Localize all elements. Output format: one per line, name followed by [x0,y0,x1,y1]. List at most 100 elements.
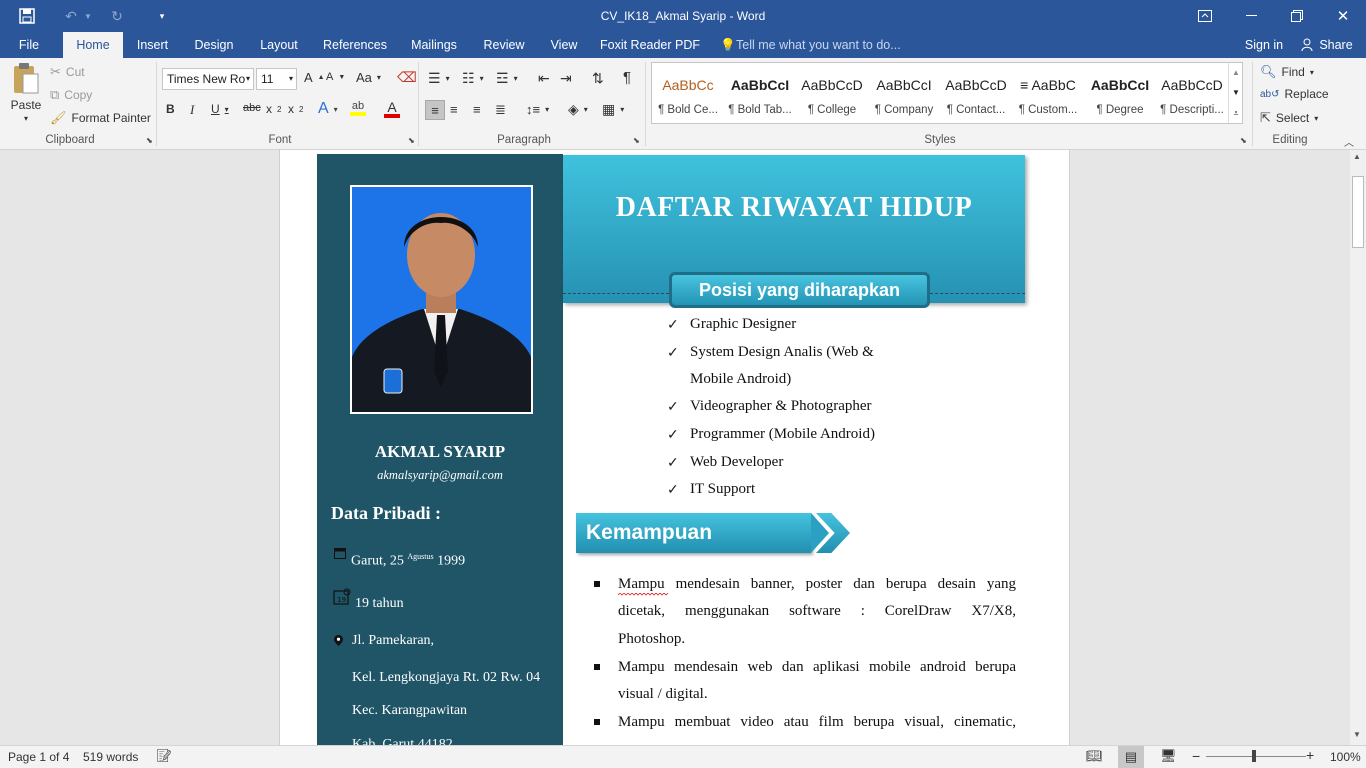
tab-home[interactable]: Home [63,32,123,58]
highlight-button[interactable]: ab [350,100,366,116]
underline-button[interactable]: U ▾ [211,102,229,116]
chevron-down-icon: ▾ [224,104,229,114]
style-degree[interactable]: AaBbCcI ¶ Degree [1084,63,1156,123]
select-label: Select [1275,111,1310,125]
tab-file[interactable]: File [10,32,48,58]
read-mode-icon[interactable]: 📖︎ [1086,748,1103,764]
address-line-1: Jl. Pamekaran, [352,633,435,648]
position-item: Graphic Designer [690,316,797,332]
zoom-in-icon[interactable]: + [1306,747,1314,763]
style-contact[interactable]: AaBbCcD ¶ Contact... [940,63,1012,123]
font-size-dropdown[interactable]: 11 ▾ [256,68,297,90]
italic-button[interactable]: I [190,102,194,118]
align-right-button[interactable]: ≡ [473,102,481,117]
borders-button[interactable]: ▦ ▾ [602,101,624,118]
bullets-button[interactable]: ☰ ▾ [428,70,450,87]
bullet-icon [594,719,600,725]
align-left-button[interactable]: ≡ [425,100,445,120]
close-button[interactable]: ✕ [1328,0,1358,32]
tell-me-search[interactable]: Tell me what you want to do... [736,32,906,58]
styles-more-icon[interactable]: ⩡ [1228,103,1243,123]
style-description[interactable]: AaBbCcD ¶ Descripti... [1156,63,1228,123]
print-layout-icon[interactable]: ▤ [1118,746,1144,768]
align-center-button[interactable]: ≡ [450,102,458,117]
ribbon-display-options-icon[interactable] [1190,0,1220,32]
numbering-button[interactable]: ☷ ▾ [462,70,484,87]
word-count[interactable]: 519 words [83,750,138,764]
scroll-thumb[interactable] [1352,176,1364,248]
tab-references[interactable]: References [318,32,392,58]
address-line-4: Kab. Garut 44182 [352,737,453,745]
change-case-button[interactable]: Aa ▾ [356,70,381,85]
scroll-down-icon[interactable]: ▼ [1353,730,1361,739]
style-company[interactable]: AaBbCcI ¶ Company [868,63,940,123]
copy-button[interactable]: ⧉ Copy [50,87,92,103]
clear-formatting-icon[interactable]: ⌫ [397,69,417,86]
justify-button[interactable]: ≣ [495,102,506,118]
text-effects-button[interactable]: A ▾ [318,100,338,118]
age: 19 tahun [355,596,404,611]
subscript-button[interactable]: x2 [266,102,281,116]
zoom-level[interactable]: 100% [1330,750,1361,764]
zoom-slider-thumb[interactable] [1252,750,1256,762]
paste-button[interactable]: Paste ▾ [8,62,44,126]
style-bold-table[interactable]: AaBbCcI ¶ Bold Tab... [724,63,796,123]
clipboard-launcher-icon[interactable]: ⬊ [146,136,153,145]
page-count[interactable]: Page 1 of 4 [8,750,69,764]
tab-foxit-reader-pdf[interactable]: Foxit Reader PDF [598,32,702,58]
increase-indent-button[interactable]: ⇥ [560,70,572,87]
zoom-out-icon[interactable]: − [1192,748,1200,764]
style-name: ¶ College [807,104,857,116]
tab-view[interactable]: View [544,32,584,58]
styles-scroll-up-icon[interactable]: ▲ [1228,63,1243,83]
font-launcher-icon[interactable]: ⬊ [408,136,415,145]
font-color-button[interactable]: A [384,100,400,118]
proofing-icon[interactable]: 📝︎ [156,748,173,764]
sort-button[interactable]: ⇅ [592,70,604,87]
style-custom[interactable]: ≡ AaBbC ¶ Custom... [1012,63,1084,123]
collapse-ribbon-icon[interactable]: ︿ [1344,134,1354,149]
scroll-up-icon[interactable]: ▲ [1353,152,1361,161]
sign-in-link[interactable]: Sign in [1238,32,1290,58]
paste-icon [14,63,39,94]
shading-button[interactable]: ◈ ▾ [568,101,588,118]
style-preview: AaBbCc [662,77,714,93]
font-name-dropdown[interactable]: Times New Ro ▾ [162,68,254,90]
style-bold-center[interactable]: AaBbCc ¶ Bold Ce... [652,63,724,123]
restore-button[interactable] [1282,0,1312,32]
superscript-button[interactable]: x2 [288,102,303,116]
web-layout-icon[interactable]: 🖥︎ [1160,748,1177,764]
tab-mailings[interactable]: Mailings [404,32,464,58]
show-formatting-button[interactable]: ¶ [623,69,631,86]
shrink-font-button[interactable]: A ▼ [326,71,345,83]
format-painter-button[interactable]: 🖌 Format Painter [50,110,151,126]
minimize-button[interactable] [1236,0,1266,32]
change-case-label: Aa [356,70,372,85]
style-college[interactable]: AaBbCcD ¶ College [796,63,868,123]
zoom-slider[interactable] [1206,750,1306,762]
check-icon: ✓ [667,344,679,360]
grow-font-button[interactable]: A ▲ [304,70,325,85]
bold-button[interactable]: B [166,102,175,116]
vertical-scrollbar[interactable]: ▲ ▼ [1350,150,1366,745]
tab-layout[interactable]: Layout [253,32,305,58]
tab-insert[interactable]: Insert [130,32,175,58]
replace-button[interactable]: ab↺ Replace [1260,87,1329,101]
tab-design[interactable]: Design [188,32,240,58]
check-icon: ✓ [667,426,679,442]
line-spacing-button[interactable]: ↕≡ ▾ [526,102,549,117]
share-button[interactable]: Share [1296,32,1358,58]
tab-review[interactable]: Review [478,32,530,58]
multilevel-list-button[interactable]: ☲ ▾ [496,70,518,87]
find-button[interactable]: 🔍︎ Find ▾ [1260,64,1314,80]
strikethrough-button[interactable]: abc [243,102,261,114]
document-page[interactable]: AKMAL SYARIP akmalsyarip@gmail.com Data … [279,150,1070,745]
decrease-indent-button[interactable]: ⇤ [538,70,550,87]
document-title: DAFTAR RIWAYAT HIDUP [615,192,973,223]
styles-scroll-down-icon[interactable]: ▼ [1228,83,1243,103]
paragraph-launcher-icon[interactable]: ⬊ [633,136,640,145]
svg-text:19: 19 [337,596,346,604]
select-button[interactable]: ⇱ Select ▾ [1260,110,1318,126]
cut-button[interactable]: ✂ Cut [50,64,85,80]
styles-launcher-icon[interactable]: ⬊ [1240,136,1247,145]
